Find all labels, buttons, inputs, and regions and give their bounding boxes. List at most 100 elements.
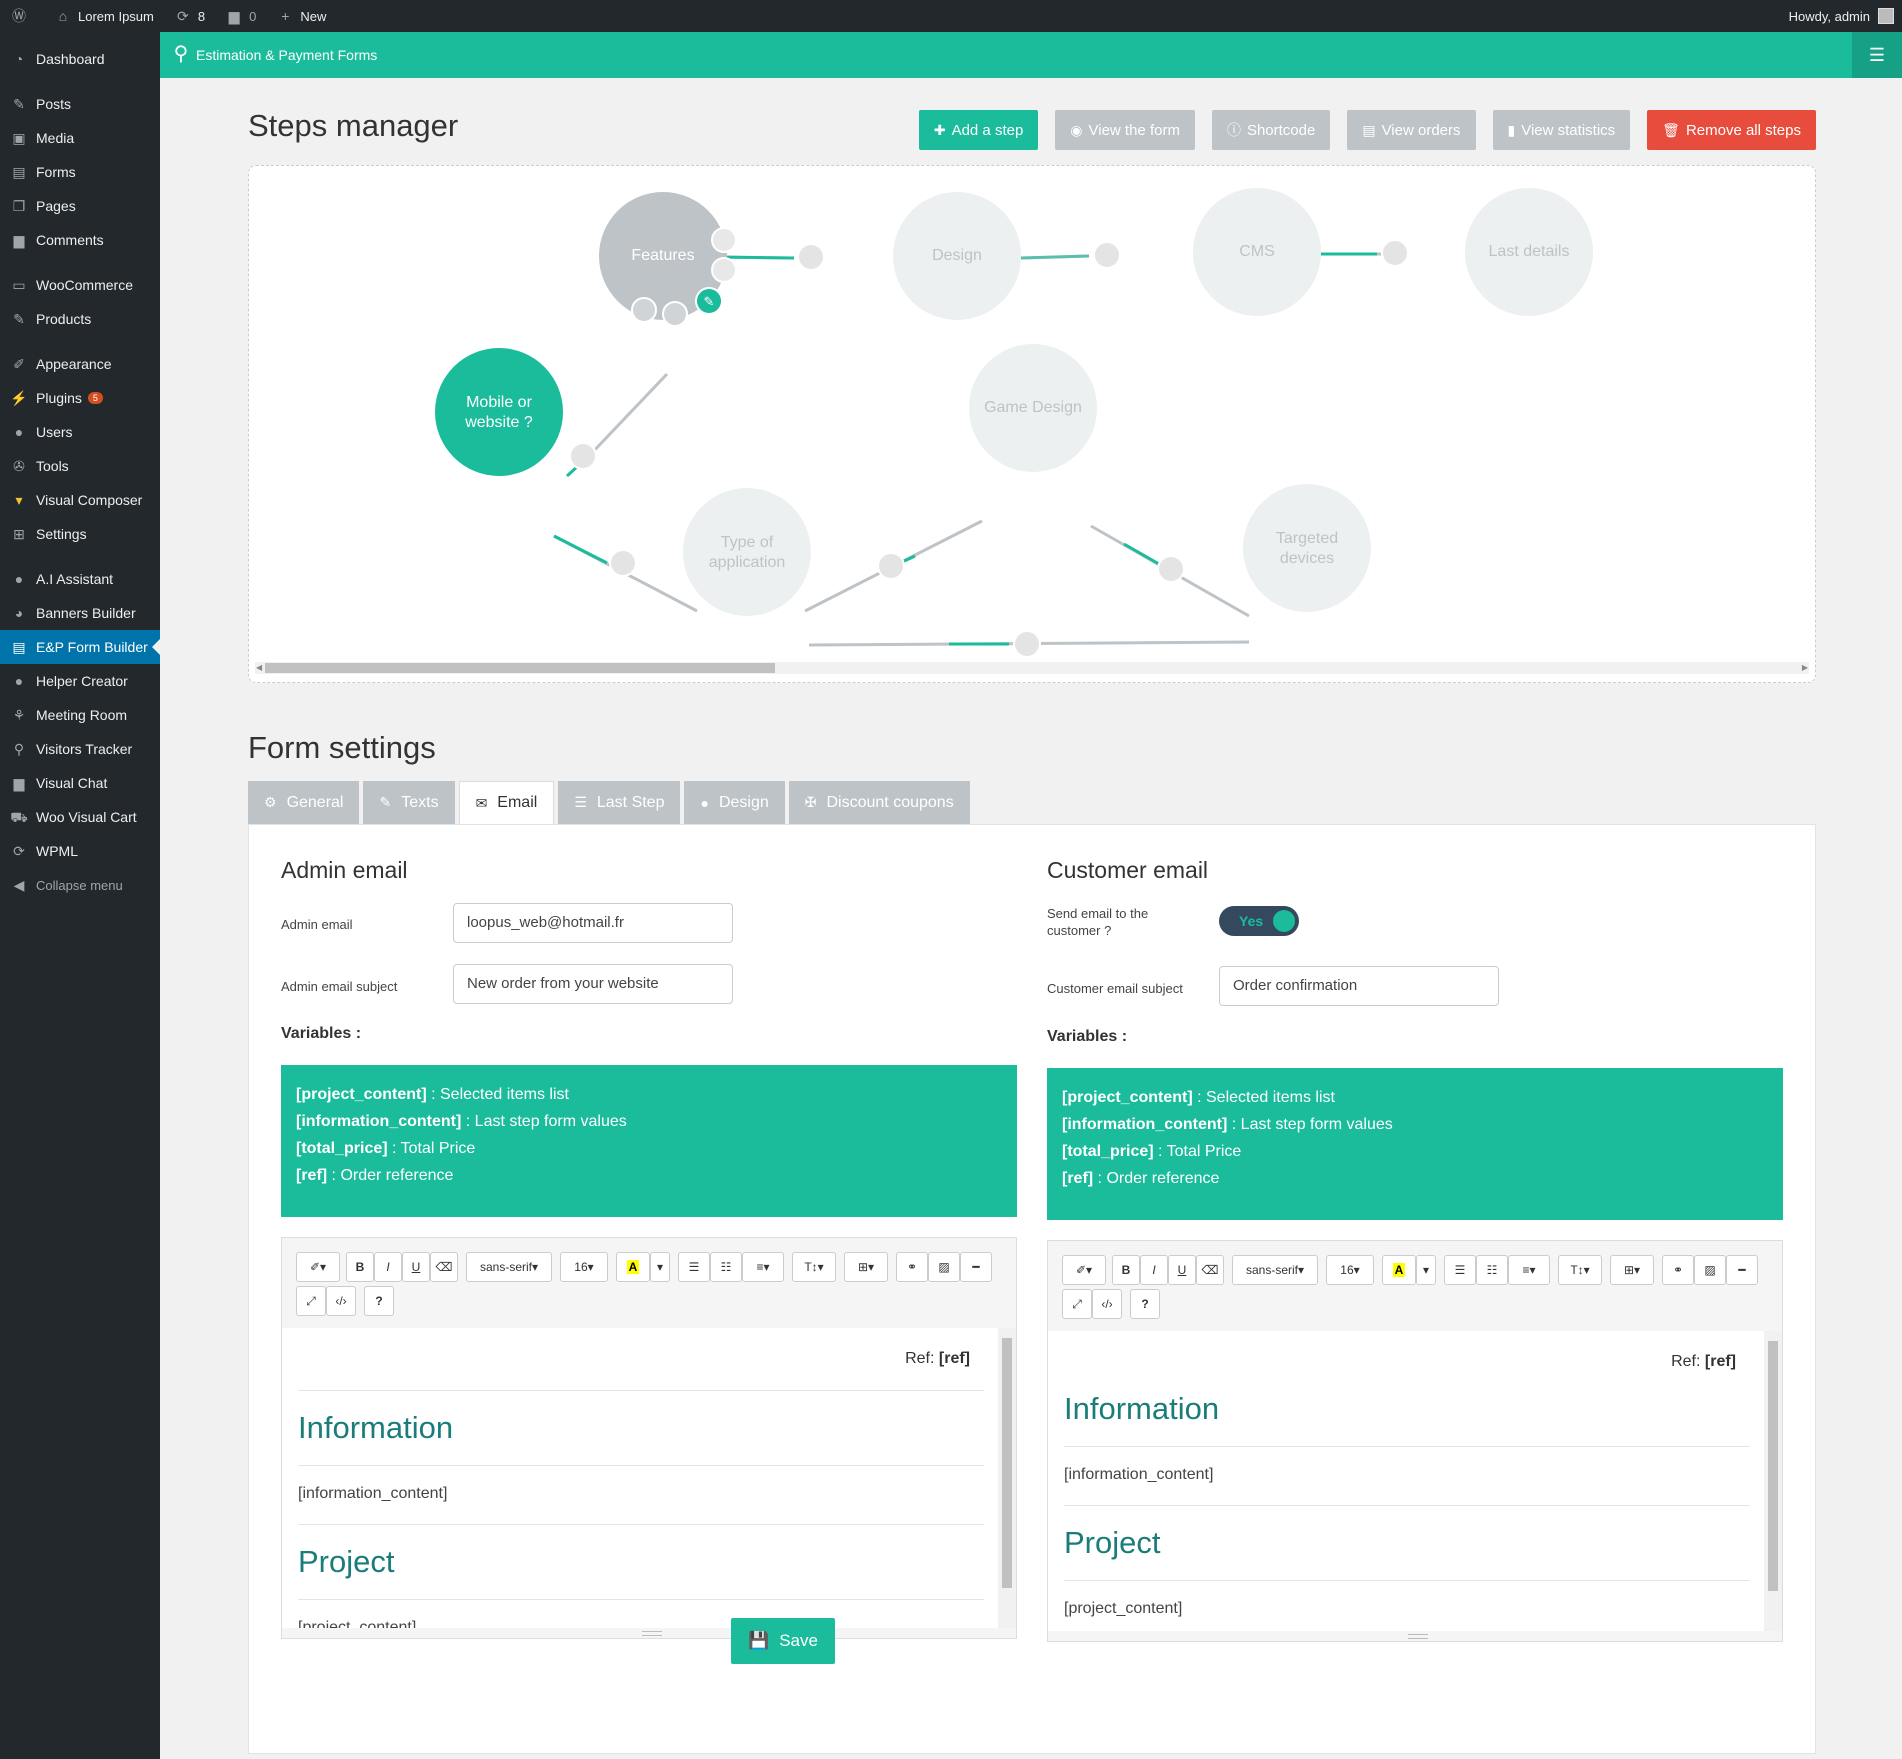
image-button[interactable]: ▨: [928, 1252, 960, 1282]
view-orders-button[interactable]: ▤View orders: [1347, 110, 1475, 150]
sidebar-item-settings[interactable]: ⊞Settings: [0, 517, 160, 551]
steps-canvas[interactable]: ✎ Features Design CMS Last details Mobil…: [248, 165, 1816, 683]
avatar[interactable]: [1878, 8, 1894, 24]
clear-format-button[interactable]: ⌫: [430, 1252, 458, 1282]
sidebar-item-helper-creator[interactable]: ●Helper Creator: [0, 664, 160, 698]
updates-link[interactable]: ⟳8: [164, 0, 215, 32]
send-email-toggle[interactable]: Yes: [1219, 906, 1299, 936]
font-size-dropdown[interactable]: 16▾: [1326, 1255, 1374, 1285]
canvas-horizontal-scrollbar[interactable]: ◀ ▶: [255, 662, 1809, 674]
color-button[interactable]: A: [616, 1252, 650, 1282]
tab-texts[interactable]: ✎Texts: [363, 781, 454, 824]
sidebar-item-visual-chat[interactable]: ▆Visual Chat: [0, 766, 160, 800]
sidebar-item-plugins[interactable]: ⚡Plugins5: [0, 381, 160, 415]
sidebar-item-media[interactable]: ▣Media: [0, 121, 160, 155]
line-height-dropdown[interactable]: T↕▾: [1558, 1255, 1602, 1285]
code-view-button[interactable]: ‹/›: [326, 1286, 356, 1316]
sidebar-item-appearance[interactable]: ✐Appearance: [0, 347, 160, 381]
paragraph-align-dropdown[interactable]: ≡▾: [1508, 1255, 1550, 1285]
tab-general[interactable]: ⚙General: [248, 781, 359, 824]
sidebar-item-visual-composer[interactable]: ▾Visual Composer: [0, 483, 160, 517]
code-view-button[interactable]: ‹/›: [1092, 1289, 1122, 1319]
tab-design[interactable]: ●Design: [684, 781, 784, 824]
ordered-list-button[interactable]: ☷: [710, 1252, 742, 1282]
fullscreen-button[interactable]: ⤢: [1062, 1289, 1092, 1319]
line-height-dropdown[interactable]: T↕▾: [792, 1252, 836, 1282]
horizontal-rule-button[interactable]: ━: [960, 1252, 992, 1282]
editor-resize-handle[interactable]: [1408, 1634, 1428, 1639]
font-family-dropdown[interactable]: sans-serif▾: [1232, 1255, 1318, 1285]
image-button[interactable]: ▨: [1694, 1255, 1726, 1285]
tab-last-step[interactable]: ☰Last Step: [558, 781, 680, 824]
sidebar-item-users[interactable]: ●Users: [0, 415, 160, 449]
sidebar-item-woo-visual-cart[interactable]: ⛟Woo Visual Cart: [0, 800, 160, 834]
comments-link[interactable]: ▆0: [215, 0, 266, 32]
scroll-left-arrow-icon[interactable]: ◀: [256, 662, 262, 674]
customer-email-subject-input[interactable]: Order confirmation: [1219, 966, 1499, 1006]
scrollbar-thumb[interactable]: [265, 663, 775, 673]
link-button[interactable]: ⚭: [896, 1252, 928, 1282]
underline-button[interactable]: U: [1168, 1255, 1196, 1285]
link-button[interactable]: ⚭: [1662, 1255, 1694, 1285]
save-button[interactable]: 💾Save: [731, 1618, 835, 1664]
tab-email[interactable]: ✉Email: [459, 781, 555, 824]
scrollbar-thumb[interactable]: [1002, 1338, 1012, 1588]
bold-button[interactable]: B: [346, 1252, 374, 1282]
fullscreen-button[interactable]: ⤢: [296, 1286, 326, 1316]
color-button[interactable]: A: [1382, 1255, 1416, 1285]
italic-button[interactable]: I: [374, 1252, 402, 1282]
remove-all-steps-button[interactable]: 🗑Remove all steps: [1647, 110, 1816, 150]
editor-resize-handle[interactable]: [642, 1631, 662, 1636]
new-content-link[interactable]: +New: [266, 0, 336, 32]
howdy-user[interactable]: Howdy, admin: [1789, 9, 1870, 24]
editor-scrollbar[interactable]: [998, 1328, 1016, 1628]
unordered-list-button[interactable]: ☰: [678, 1252, 710, 1282]
sidebar-item-posts[interactable]: ✎Posts: [0, 87, 160, 121]
font-size-dropdown[interactable]: 16▾: [560, 1252, 608, 1282]
unordered-list-button[interactable]: ☰: [1444, 1255, 1476, 1285]
style-dropdown-button[interactable]: ✐▾: [1062, 1255, 1106, 1285]
underline-button[interactable]: U: [402, 1252, 430, 1282]
site-name-link[interactable]: ⌂Lorem Ipsum: [44, 0, 164, 32]
sidebar-item-dashboard[interactable]: ◔Dashboard: [0, 42, 160, 76]
color-dropdown[interactable]: ▾: [650, 1252, 670, 1282]
admin-email-input[interactable]: loopus_web@hotmail.fr: [453, 903, 733, 943]
wordpress-logo[interactable]: Ⓦ: [0, 0, 44, 32]
plugin-menu-button[interactable]: ☰: [1852, 32, 1902, 78]
view-form-button[interactable]: ◉View the form: [1055, 110, 1195, 150]
sidebar-item-comments[interactable]: ▆Comments: [0, 223, 160, 257]
ordered-list-button[interactable]: ☷: [1476, 1255, 1508, 1285]
horizontal-rule-button[interactable]: ━: [1726, 1255, 1758, 1285]
scrollbar-thumb[interactable]: [1768, 1341, 1778, 1591]
scroll-right-arrow-icon[interactable]: ▶: [1802, 662, 1808, 674]
sidebar-item-wpml[interactable]: ⟳WPML: [0, 834, 160, 868]
sidebar-item-banners-builder[interactable]: ◕Banners Builder: [0, 596, 160, 630]
view-statistics-button[interactable]: ▮View statistics: [1493, 110, 1631, 150]
sidebar-item-products[interactable]: ✎Products: [0, 302, 160, 336]
paragraph-align-dropdown[interactable]: ≡▾: [742, 1252, 784, 1282]
help-button[interactable]: ?: [1130, 1289, 1160, 1319]
sidebar-item-tools[interactable]: ✇Tools: [0, 449, 160, 483]
sidebar-item-woocommerce[interactable]: ▭WooCommerce: [0, 268, 160, 302]
italic-button[interactable]: I: [1140, 1255, 1168, 1285]
editor-content[interactable]: Ref: [ref] Information [information_cont…: [282, 1328, 1000, 1628]
sidebar-item-ai-assistant[interactable]: ●A.I Assistant: [0, 562, 160, 596]
clear-format-button[interactable]: ⌫: [1196, 1255, 1224, 1285]
editor-content[interactable]: Ref: [ref] Information [information_cont…: [1048, 1331, 1766, 1631]
editor-scrollbar[interactable]: [1764, 1331, 1782, 1631]
collapse-menu-button[interactable]: ◀Collapse menu: [0, 868, 160, 902]
sidebar-item-meeting-room[interactable]: ⚘Meeting Room: [0, 698, 160, 732]
color-dropdown[interactable]: ▾: [1416, 1255, 1436, 1285]
help-button[interactable]: ?: [364, 1286, 394, 1316]
table-dropdown[interactable]: ⊞▾: [1610, 1255, 1654, 1285]
sidebar-item-forms[interactable]: ▤Forms: [0, 155, 160, 189]
tab-discount-coupons[interactable]: ✠Discount coupons: [789, 781, 970, 824]
table-dropdown[interactable]: ⊞▾: [844, 1252, 888, 1282]
sidebar-item-visitors-tracker[interactable]: ⚲Visitors Tracker: [0, 732, 160, 766]
sidebar-item-pages[interactable]: ❐Pages: [0, 189, 160, 223]
shortcode-button[interactable]: ⓘShortcode: [1212, 110, 1330, 150]
style-dropdown-button[interactable]: ✐▾: [296, 1252, 340, 1282]
admin-email-subject-input[interactable]: New order from your website: [453, 964, 733, 1004]
sidebar-item-ep-form-builder[interactable]: ▤E&P Form Builder: [0, 630, 160, 664]
bold-button[interactable]: B: [1112, 1255, 1140, 1285]
